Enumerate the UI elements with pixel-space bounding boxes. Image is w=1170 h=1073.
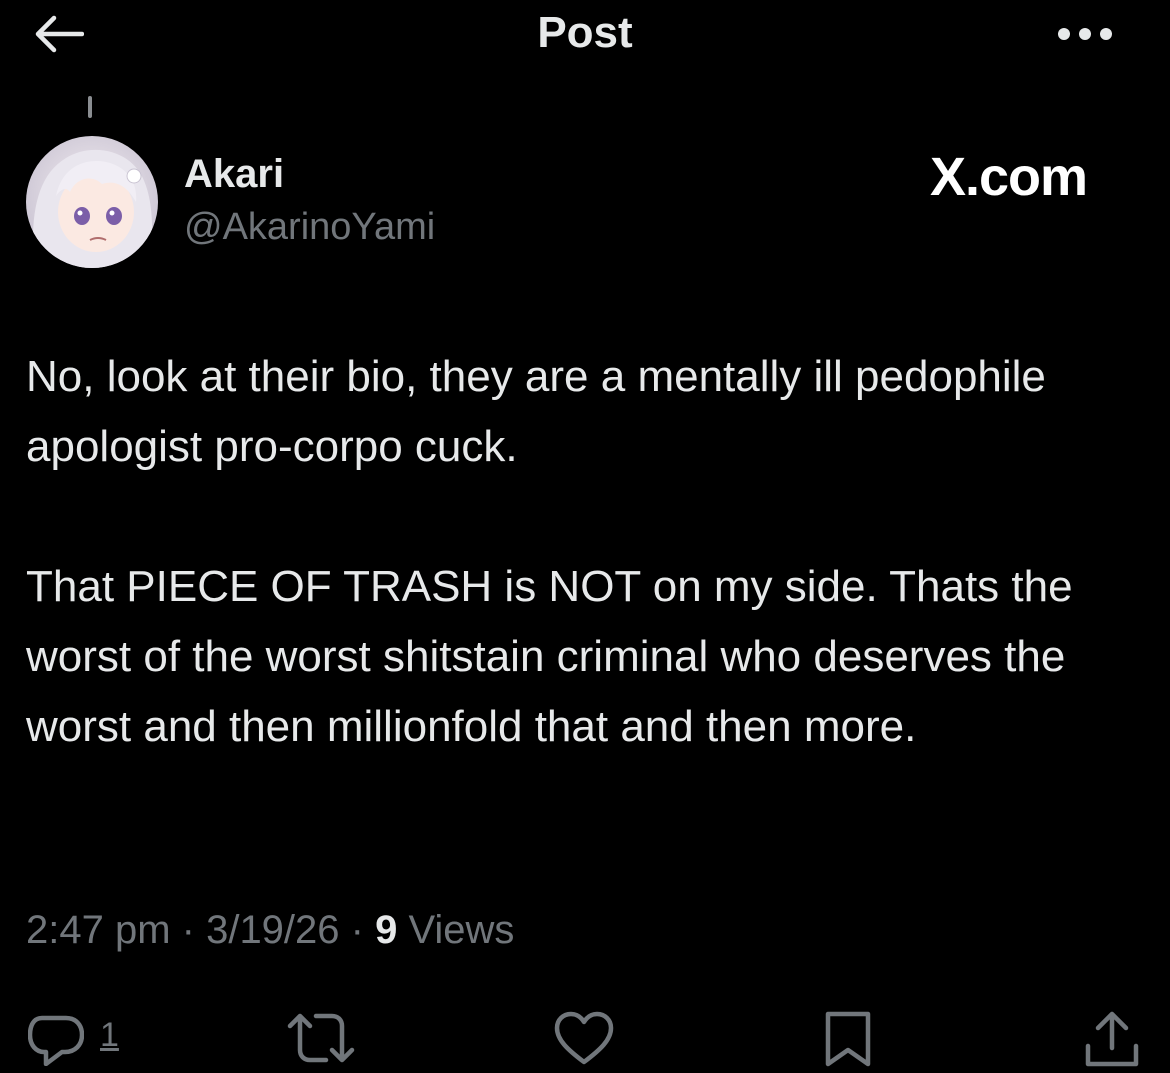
author-handle[interactable]: @AkarinoYami <box>184 206 435 249</box>
share-button[interactable] <box>1084 1010 1140 1070</box>
more-horizontal-icon <box>1055 24 1115 49</box>
views-count: 9 <box>375 908 398 952</box>
top-bar: Post <box>0 0 1170 80</box>
author-display-name[interactable]: Akari <box>184 152 284 197</box>
post-time[interactable]: 2:47 pm <box>26 908 171 952</box>
thread-connector-line <box>88 96 92 118</box>
reply-count: 1 <box>100 1016 119 1054</box>
back-button[interactable] <box>28 14 88 58</box>
repost-button[interactable] <box>286 1010 356 1070</box>
post-paragraph: That PIECE OF TRASH is NOT on my side. T… <box>26 562 1073 751</box>
bookmark-button[interactable] <box>822 1010 874 1070</box>
reply-icon <box>27 1010 85 1071</box>
meta-separator: · <box>170 908 207 952</box>
views-label: Views <box>397 908 515 952</box>
bookmark-icon <box>822 1010 874 1073</box>
post-text: No, look at their bio, they are a mental… <box>26 342 1146 762</box>
like-icon <box>554 1010 614 1071</box>
action-bar: 1 <box>0 1000 1170 1067</box>
page-title: Post <box>537 8 633 57</box>
site-watermark: X.com <box>930 147 1088 207</box>
watermark-text: X.com <box>930 147 1088 207</box>
more-options-button[interactable] <box>1050 18 1120 54</box>
post-metadata: 2:47 pm · 3/19/26 · 9 Views <box>26 908 514 953</box>
repost-icon <box>286 1010 356 1071</box>
meta-separator: · <box>339 908 376 952</box>
post-date[interactable]: 3/19/26 <box>206 908 339 952</box>
like-button[interactable] <box>554 1010 614 1070</box>
arrow-left-icon <box>32 14 85 59</box>
avatar[interactable] <box>26 136 158 268</box>
share-icon <box>1084 1010 1140 1073</box>
post-paragraph: No, look at their bio, they are a mental… <box>26 352 1046 471</box>
reply-button[interactable]: 1 <box>27 1010 119 1071</box>
